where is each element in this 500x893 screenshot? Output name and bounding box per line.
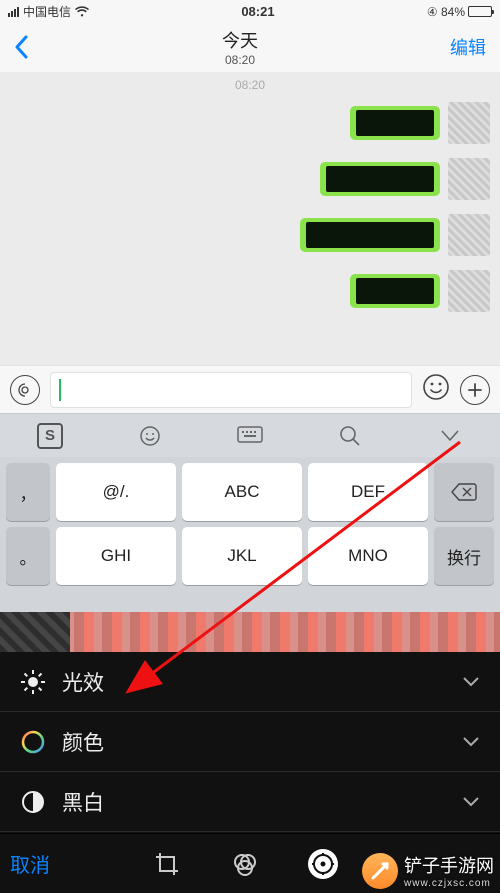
watermark-name: 铲子手游网: [404, 852, 494, 878]
chat-input-bar: [0, 365, 500, 413]
avatar[interactable]: [448, 158, 490, 200]
adjust-label: 光效: [62, 667, 104, 697]
light-icon: [20, 669, 46, 695]
chevron-down-icon: [462, 796, 480, 808]
watermark: 铲子手游网 www.czjxsc.com: [362, 852, 494, 889]
message-input[interactable]: [50, 372, 412, 408]
key-1[interactable]: @/.: [56, 463, 176, 521]
emoji-keyboard-button[interactable]: [130, 421, 170, 451]
key-5[interactable]: JKL: [182, 527, 302, 585]
plus-button[interactable]: [460, 375, 490, 405]
message-bubble[interactable]: [300, 218, 440, 252]
nav-subtitle: 08:20: [222, 53, 258, 67]
censored-strip: [0, 612, 500, 652]
signal-bars-icon: [8, 7, 19, 17]
message-bubble[interactable]: [350, 274, 440, 308]
bw-icon: [20, 789, 46, 815]
return-key[interactable]: 换行: [434, 527, 494, 585]
status-bar: 中国电信 08:21 ④ 84%: [0, 0, 500, 22]
battery-icon: [468, 6, 492, 17]
adjust-bw[interactable]: 黑白: [0, 772, 500, 832]
key-period[interactable]: 。: [6, 527, 50, 585]
watermark-logo-icon: [362, 853, 398, 889]
filters-tool-button[interactable]: [230, 849, 260, 879]
carrier-label: 中国电信: [23, 3, 71, 20]
adjust-light[interactable]: 光效: [0, 652, 500, 712]
chat-area: 08:20: [0, 72, 500, 365]
wifi-icon: [75, 6, 89, 17]
voice-input-button[interactable]: [10, 375, 40, 405]
avatar[interactable]: [448, 270, 490, 312]
emoji-button[interactable]: [422, 373, 450, 406]
color-icon: [20, 729, 46, 755]
battery-percent: ④ 84%: [427, 5, 465, 19]
avatar[interactable]: [448, 102, 490, 144]
message-bubble[interactable]: [350, 106, 440, 140]
message-row: [10, 102, 490, 144]
text-cursor: [59, 379, 61, 401]
adjust-color[interactable]: 颜色: [0, 712, 500, 772]
chevron-down-icon: [462, 736, 480, 748]
chevron-down-icon: [462, 676, 480, 688]
backspace-icon: [451, 483, 477, 501]
adjust-label: 颜色: [62, 727, 104, 757]
keyboard-switch-button[interactable]: [230, 421, 270, 451]
chat-timestamp: 08:20: [10, 78, 490, 92]
key-2[interactable]: ABC: [182, 463, 302, 521]
adjust-tool-button[interactable]: [308, 849, 338, 879]
crop-tool-button[interactable]: [152, 849, 182, 879]
search-button[interactable]: [330, 421, 370, 451]
adjust-label: 黑白: [62, 787, 104, 817]
key-comma[interactable]: ，: [6, 463, 50, 521]
nav-title: 今天: [222, 27, 258, 53]
edit-button[interactable]: 编辑: [450, 34, 486, 60]
watermark-url: www.czjxsc.com: [404, 878, 494, 889]
keypad: ， @/. ABC DEF 。 GHI JKL MNO 换行: [0, 457, 500, 612]
ime-logo-button[interactable]: S: [30, 421, 70, 451]
message-row: [10, 270, 490, 312]
collapse-keyboard-button[interactable]: [430, 421, 470, 451]
message-row: [10, 158, 490, 200]
status-left: 中国电信: [8, 3, 89, 20]
message-row: [10, 214, 490, 256]
key-4[interactable]: GHI: [56, 527, 176, 585]
keyboard-toolbar: S: [0, 413, 500, 457]
back-button[interactable]: [14, 35, 30, 59]
nav-header: 今天 08:20 编辑: [0, 22, 500, 72]
status-right: ④ 84%: [427, 5, 492, 19]
key-3[interactable]: DEF: [308, 463, 428, 521]
avatar[interactable]: [448, 214, 490, 256]
backspace-key[interactable]: [434, 463, 494, 521]
status-time: 08:21: [89, 4, 427, 19]
cancel-button[interactable]: 取消: [10, 849, 50, 878]
adjustment-list: 光效 颜色 黑白: [0, 652, 500, 833]
key-6[interactable]: MNO: [308, 527, 428, 585]
message-bubble[interactable]: [320, 162, 440, 196]
nav-title-block: 今天 08:20: [222, 27, 258, 67]
